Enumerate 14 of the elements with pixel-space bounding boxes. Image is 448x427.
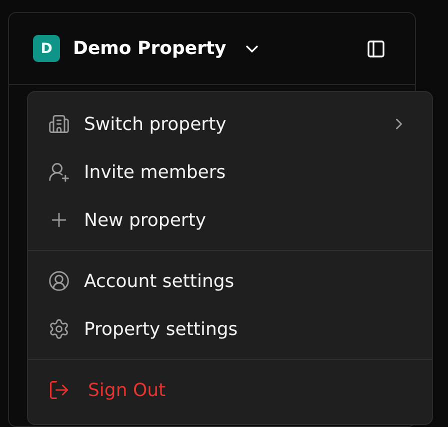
building-icon <box>48 113 70 135</box>
sidebar-toggle-icon[interactable] <box>366 38 386 58</box>
property-name[interactable]: Demo Property <box>73 38 226 59</box>
user-circle-icon <box>48 270 70 292</box>
menu-item[interactable]: Switch property <box>28 100 432 148</box>
menu-item[interactable]: Property settings <box>28 305 432 353</box>
menu-item[interactable]: Account settings <box>28 257 432 305</box>
user-plus-icon <box>48 161 70 183</box>
menu-item[interactable]: Sign Out <box>28 366 432 414</box>
log-out-icon <box>48 379 70 401</box>
property-avatar: D <box>33 35 60 62</box>
menu-item[interactable]: Invite members <box>28 148 432 196</box>
menu-item[interactable]: New property <box>28 196 432 244</box>
settings-icon <box>48 318 70 340</box>
